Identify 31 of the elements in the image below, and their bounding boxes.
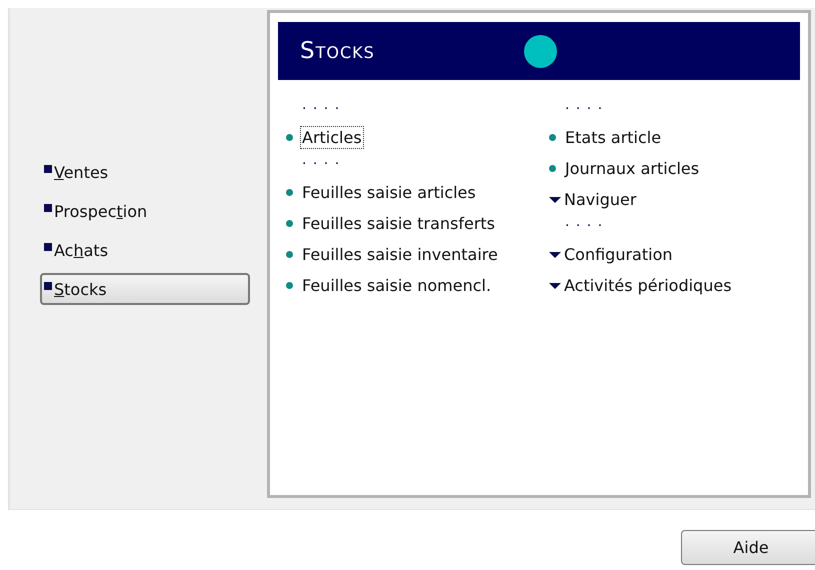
menu-link[interactable]: Articles [301, 127, 363, 148]
dotted-separator: . . . . [301, 98, 342, 115]
menu-link[interactable]: Feuilles saisie nomencl. [301, 275, 492, 296]
sidebar-item[interactable]: Ventes [40, 156, 250, 188]
dotted-separator: . . . . [564, 215, 604, 232]
bullet-icon [286, 282, 293, 289]
dropdown-arrow-icon [549, 196, 561, 204]
help-button[interactable]: Aide [681, 530, 815, 565]
circle-icon [524, 35, 557, 68]
menu-link[interactable]: Feuilles saisie articles [301, 182, 477, 203]
bullet-icon [286, 220, 293, 227]
bullet-icon [286, 189, 293, 196]
menu-group[interactable]: Configuration [563, 244, 674, 265]
bullet-icon [549, 165, 556, 172]
menu-link[interactable]: Etats article [564, 127, 662, 148]
panel-title: Stocks [300, 38, 375, 64]
menu-link[interactable]: Feuilles saisie inventaire [301, 244, 499, 265]
dotted-separator: . . . . [301, 153, 342, 170]
menu-group[interactable]: Activités périodiques [563, 275, 733, 296]
dropdown-arrow-icon [549, 250, 561, 258]
sidebar-item[interactable]: Prospection [40, 195, 250, 227]
dotted-separator: . . . . [564, 98, 604, 115]
menu-link[interactable]: Feuilles saisie transferts [301, 213, 496, 234]
menu-group[interactable]: Naviguer [563, 189, 638, 210]
bullet-icon [286, 251, 293, 258]
dropdown-arrow-icon [549, 282, 561, 290]
sidebar-item[interactable]: Stocks [40, 273, 250, 305]
menu-link[interactable]: Journaux articles [564, 158, 700, 179]
sidebar-item[interactable]: Achats [40, 234, 250, 266]
bullet-icon [549, 134, 556, 141]
bullet-icon [286, 134, 293, 141]
